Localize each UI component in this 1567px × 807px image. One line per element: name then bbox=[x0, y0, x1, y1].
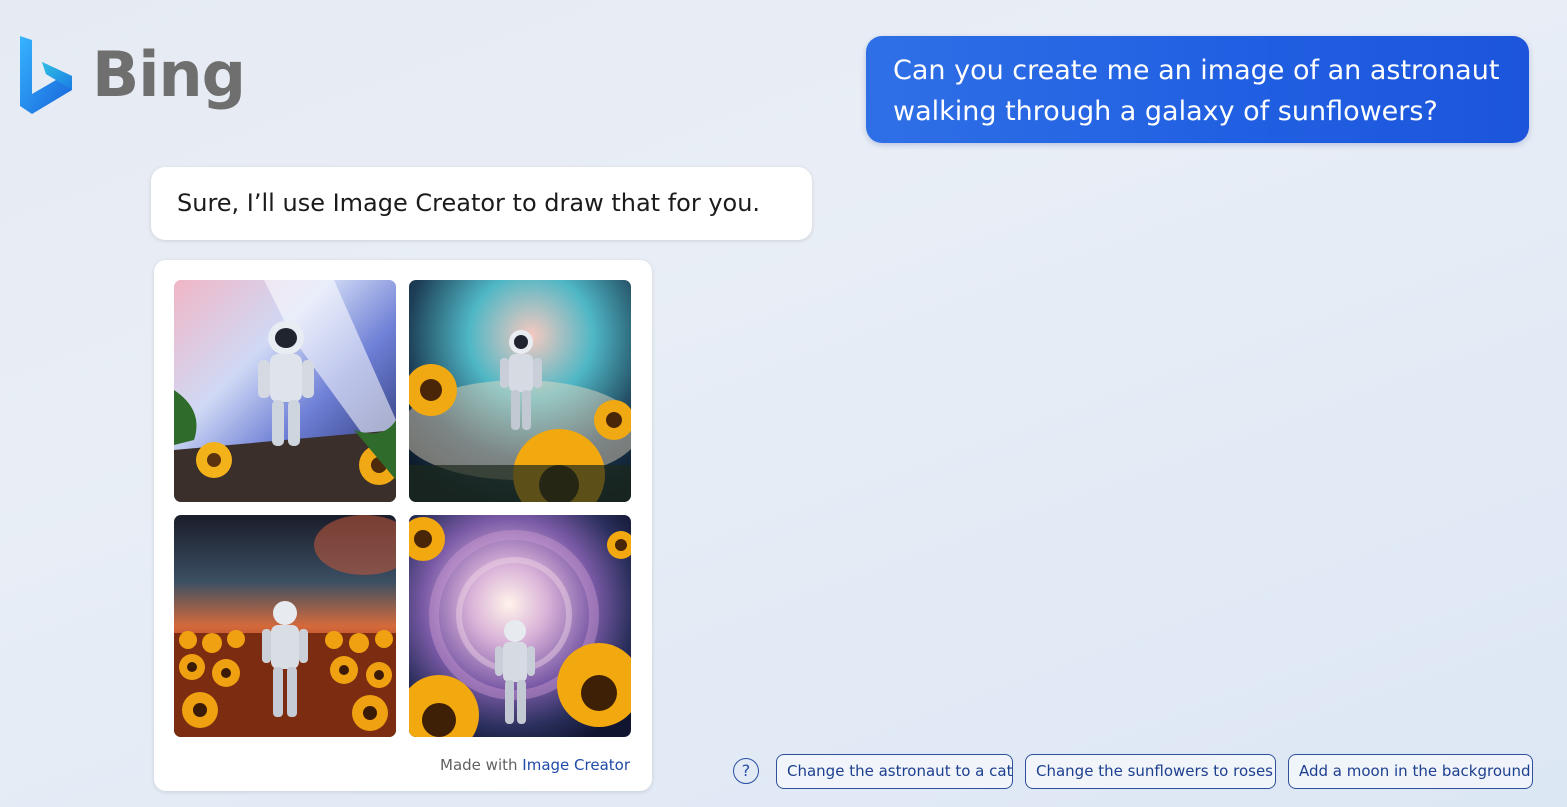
image-creator-credit: Made with Image Creator bbox=[440, 756, 630, 774]
astronaut-sunflowers-image-4 bbox=[409, 515, 631, 737]
user-message-bubble: Can you create me an image of an astrona… bbox=[866, 36, 1529, 143]
bing-logo-icon bbox=[20, 36, 72, 114]
image-creator-card: Made with Image Creator bbox=[154, 260, 652, 791]
suggestion-change-sunflowers-to-roses[interactable]: Change the sunflowers to roses bbox=[1025, 754, 1276, 789]
suggestion-add-moon-background[interactable]: Add a moon in the background bbox=[1288, 754, 1533, 789]
astronaut-sunflowers-image-3 bbox=[174, 515, 396, 737]
suggestion-change-astronaut-to-cat[interactable]: Change the astronaut to a cat bbox=[776, 754, 1013, 789]
credit-prefix: Made with bbox=[440, 756, 518, 774]
generated-image-3[interactable] bbox=[174, 515, 396, 737]
generated-image-1[interactable] bbox=[174, 280, 396, 502]
generated-image-4[interactable] bbox=[409, 515, 631, 737]
image-creator-link[interactable]: Image Creator bbox=[522, 756, 630, 774]
astronaut-sunflowers-image-1 bbox=[174, 280, 396, 502]
astronaut-sunflowers-image-2 bbox=[409, 280, 631, 502]
generated-image-2[interactable] bbox=[409, 280, 631, 502]
bot-message-bubble: Sure, I’ll use Image Creator to draw tha… bbox=[151, 167, 812, 240]
bing-logo[interactable]: Bing bbox=[16, 32, 246, 118]
question-mark-icon[interactable]: ? bbox=[733, 758, 759, 784]
bing-wordmark: Bing bbox=[92, 38, 246, 111]
